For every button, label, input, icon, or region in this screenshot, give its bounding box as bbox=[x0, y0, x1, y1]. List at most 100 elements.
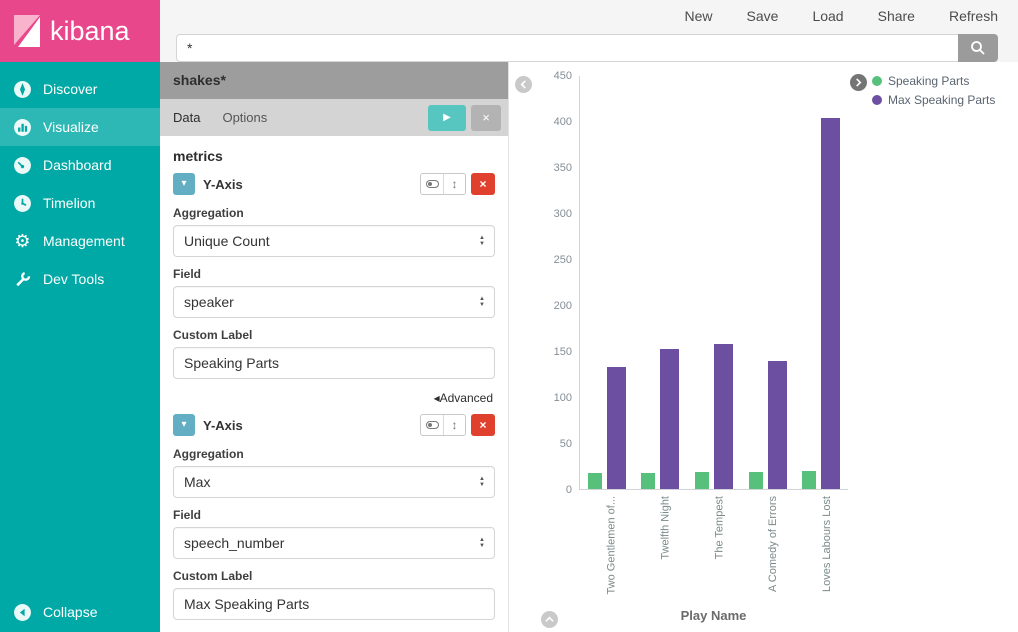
collapse-arrow-icon bbox=[13, 603, 32, 622]
sidebar-item-dev-tools[interactable]: Dev Tools bbox=[0, 260, 160, 298]
legend-items: Speaking Parts Max Speaking Parts bbox=[872, 74, 1018, 107]
metric-2-title: Y-Axis bbox=[203, 418, 243, 433]
y-tick-label: 400 bbox=[554, 116, 572, 128]
bar-group bbox=[641, 349, 679, 489]
bar-speaking-parts[interactable] bbox=[802, 471, 816, 489]
y-tick-label: 50 bbox=[560, 438, 572, 450]
management-gear-icon: ⚙ bbox=[13, 232, 32, 251]
bar-group bbox=[802, 118, 840, 489]
y-tick-label: 0 bbox=[566, 484, 572, 496]
select-arrows-icon: ▲▼ bbox=[479, 235, 485, 247]
query-input[interactable] bbox=[176, 34, 958, 62]
bar-max-speaking-parts[interactable] bbox=[768, 361, 787, 489]
metric-1-custom-label-input[interactable] bbox=[173, 347, 495, 379]
sidebar-collapse-button[interactable]: Collapse bbox=[0, 592, 160, 632]
sidebar-item-management[interactable]: ⚙ Management bbox=[0, 222, 160, 260]
discover-icon bbox=[13, 80, 32, 99]
nav-share[interactable]: Share bbox=[878, 8, 915, 26]
search-button[interactable] bbox=[958, 34, 998, 62]
discard-changes-button[interactable]: × bbox=[471, 105, 501, 131]
bar-max-speaking-parts[interactable] bbox=[607, 367, 626, 489]
y-axis: 050100150200250300350400450 bbox=[535, 76, 579, 490]
legend-item[interactable]: Max Speaking Parts bbox=[872, 93, 1018, 107]
nav-save[interactable]: Save bbox=[747, 8, 779, 26]
metric-1-field-label: Field bbox=[173, 267, 495, 281]
metric-1-header: ▾ Y-Axis ↕ × bbox=[173, 172, 495, 196]
legend-label: Max Speaking Parts bbox=[888, 93, 995, 107]
metric-2-custom-label-input[interactable] bbox=[173, 588, 495, 620]
legend-item[interactable]: Speaking Parts bbox=[872, 74, 1018, 88]
nav-refresh[interactable]: Refresh bbox=[949, 8, 998, 26]
bar-speaking-parts[interactable] bbox=[588, 473, 602, 489]
bar-group bbox=[749, 361, 787, 489]
nav-new[interactable]: New bbox=[685, 8, 713, 26]
sidebar-item-discover[interactable]: Discover bbox=[0, 70, 160, 108]
remove-x-icon: × bbox=[479, 177, 486, 191]
tab-data[interactable]: Data bbox=[173, 110, 200, 125]
top-right-bar: New Save Load Share Refresh bbox=[160, 0, 1018, 62]
apply-changes-button[interactable]: ▶ bbox=[428, 105, 466, 131]
metric-1-field-select[interactable]: speaker ▲▼ bbox=[173, 286, 495, 318]
kibana-logo[interactable]: kibana bbox=[0, 0, 160, 62]
sidebar-item-label: Timelion bbox=[43, 195, 95, 211]
metric-1-remove-button[interactable]: × bbox=[471, 173, 495, 195]
x-axis-label[interactable]: Loves Labours Lost bbox=[821, 496, 833, 592]
bar-max-speaking-parts[interactable] bbox=[714, 344, 733, 489]
metric-1-aggregation-label: Aggregation bbox=[173, 206, 495, 220]
nav-load[interactable]: Load bbox=[812, 8, 843, 26]
sidebar-item-timelion[interactable]: Timelion bbox=[0, 184, 160, 222]
sidebar-item-label: Discover bbox=[43, 81, 97, 97]
y-tick-label: 150 bbox=[554, 346, 572, 358]
x-label-cell: The Tempest bbox=[687, 490, 739, 606]
caret-down-icon: ▾ bbox=[181, 178, 186, 189]
spy-panel-chevron-button[interactable] bbox=[541, 611, 558, 628]
chart-legend: Speaking Parts Max Speaking Parts bbox=[848, 62, 1018, 632]
bar-speaking-parts[interactable] bbox=[641, 473, 655, 489]
bar-speaking-parts[interactable] bbox=[749, 472, 763, 489]
select-arrows-icon: ▲▼ bbox=[479, 537, 485, 549]
metric-2-remove-button[interactable]: × bbox=[471, 414, 495, 436]
metric-1-aggregation-select[interactable]: Unique Count ▲▼ bbox=[173, 225, 495, 257]
metric-1-caret-button[interactable]: ▾ bbox=[173, 173, 195, 195]
sidebar-item-visualize[interactable]: Visualize bbox=[0, 108, 160, 146]
config-body: metrics ▾ Y-Axis ↕ × Aggregation Unique … bbox=[160, 136, 508, 632]
metric-2-aggregation-label: Aggregation bbox=[173, 447, 495, 461]
metric-2-field-select[interactable]: speech_number ▲▼ bbox=[173, 527, 495, 559]
chevron-left-icon bbox=[519, 80, 528, 89]
bar-speaking-parts[interactable] bbox=[695, 472, 709, 489]
timelion-icon bbox=[13, 194, 32, 213]
metric-1-reorder-icon[interactable]: ↕ bbox=[443, 174, 465, 194]
advanced-link[interactable]: ◂Advanced bbox=[175, 391, 493, 405]
y-tick-label: 200 bbox=[554, 300, 572, 312]
metric-2-disable-toggle-icon[interactable] bbox=[421, 415, 443, 435]
bar-group bbox=[588, 367, 626, 489]
query-bar bbox=[176, 34, 998, 62]
sidebar-item-label: Dev Tools bbox=[43, 271, 104, 287]
bar-max-speaking-parts[interactable] bbox=[821, 118, 840, 489]
caret-down-icon: ▾ bbox=[181, 419, 186, 430]
wrench-icon bbox=[13, 270, 32, 289]
close-icon: × bbox=[482, 110, 490, 125]
metric-2-caret-button[interactable]: ▾ bbox=[173, 414, 195, 436]
metric-2-custom-label-label: Custom Label bbox=[173, 569, 495, 583]
metric-2-aggregation-select[interactable]: Max ▲▼ bbox=[173, 466, 495, 498]
y-tick-label: 450 bbox=[554, 70, 572, 82]
bar-group bbox=[695, 344, 733, 489]
panel-collapse-chevron-button[interactable] bbox=[515, 76, 532, 93]
legend-dot bbox=[872, 95, 882, 105]
metric-2-reorder-icon[interactable]: ↕ bbox=[443, 415, 465, 435]
legend-toggle-chevron-button[interactable] bbox=[850, 74, 867, 91]
x-axis-label[interactable]: A Comedy of Errors bbox=[767, 496, 779, 592]
metric-1-disable-toggle-icon[interactable] bbox=[421, 174, 443, 194]
tab-options[interactable]: Options bbox=[222, 110, 267, 125]
config-tabs: Data Options ▶ × bbox=[160, 99, 508, 136]
sidebar-item-label: Visualize bbox=[43, 119, 99, 135]
y-tick-label: 100 bbox=[554, 392, 572, 404]
x-axis-label[interactable]: Twelfth Night bbox=[660, 496, 672, 560]
bar-max-speaking-parts[interactable] bbox=[660, 349, 679, 489]
legend-label: Speaking Parts bbox=[888, 74, 969, 88]
x-axis-label[interactable]: The Tempest bbox=[713, 496, 725, 559]
x-axis-label[interactable]: Two Gentlemen of... bbox=[606, 496, 618, 594]
brand-name: kibana bbox=[50, 16, 130, 47]
sidebar-item-dashboard[interactable]: Dashboard bbox=[0, 146, 160, 184]
